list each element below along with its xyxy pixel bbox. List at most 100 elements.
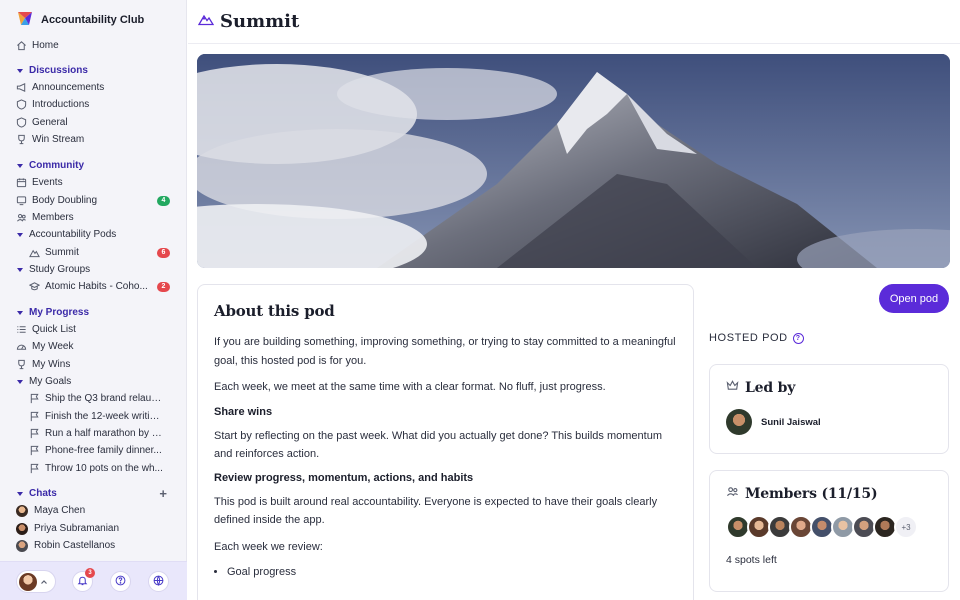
hosted-pod-text: HOSTED POD: [709, 332, 788, 344]
graduation-cap-icon: [29, 281, 40, 292]
sidebar-item-announcements[interactable]: Announcements: [0, 79, 187, 96]
about-paragraph: If you are building something, improving…: [214, 336, 676, 367]
about-heading: Review progress, momentum, actions, and …: [214, 471, 474, 484]
sidebar-item-members[interactable]: Members: [0, 209, 187, 226]
sidebar-item-events[interactable]: Events: [0, 174, 187, 191]
sidebar-item-label: Phone-free family dinner...: [45, 445, 162, 456]
sidebar-item-label: Win Stream: [32, 134, 85, 145]
flag-icon: [29, 463, 40, 474]
sidebar-item-label: Run a half marathon by a...: [45, 428, 163, 439]
sidebar-item-introductions[interactable]: Introductions: [0, 96, 187, 113]
page-header: Summit: [188, 0, 960, 44]
trophy-icon: [16, 134, 27, 145]
sidebar-item-label: My Week: [32, 341, 74, 352]
globe-icon: [153, 573, 164, 591]
leader[interactable]: Sunil Jaiswal: [726, 409, 932, 435]
sidebar-footer: 3: [0, 561, 187, 600]
flag-icon: [29, 428, 40, 439]
avatar: [16, 522, 28, 535]
sidebar-item-label: Home: [32, 40, 59, 51]
sidebar-item-summit[interactable]: Summit 6: [0, 244, 187, 261]
flag-icon: [29, 445, 40, 456]
sidebar-item-goal[interactable]: Finish the 12-week writin...: [0, 408, 187, 425]
chat-item-maya[interactable]: Maya Chen: [0, 502, 187, 519]
chevron-up-icon: [40, 573, 48, 591]
flag-icon: [29, 393, 40, 404]
sidebar-item-my-wins[interactable]: My Wins: [0, 356, 187, 373]
open-pod-button[interactable]: Open pod: [879, 284, 949, 313]
about-paragraph: This pod is built around real accountabi…: [214, 495, 658, 527]
notification-count: 3: [85, 568, 95, 578]
mountain-icon: [29, 247, 40, 258]
profile-menu-button[interactable]: [16, 570, 56, 593]
sidebar-item-label: Quick List: [32, 324, 76, 335]
avatar: [16, 504, 28, 517]
sidebar-item-win-stream[interactable]: Win Stream: [0, 131, 187, 148]
section-discussions[interactable]: Discussions: [0, 62, 187, 79]
section-study-groups[interactable]: Study Groups: [0, 261, 187, 278]
hosted-pod-label: HOSTED POD ?: [709, 332, 804, 344]
sidebar-item-goal[interactable]: Throw 10 pots on the wh...: [0, 460, 187, 477]
section-label: My Progress: [29, 307, 90, 318]
member-avatars[interactable]: +3: [726, 515, 932, 539]
chat-item-priya[interactable]: Priya Subramanian: [0, 520, 187, 537]
sidebar-item-home[interactable]: Home: [0, 37, 187, 54]
caret-down-icon: [16, 266, 24, 274]
new-chat-button[interactable]: +: [159, 486, 167, 501]
about-card: About this pod If you are building somet…: [197, 284, 694, 600]
sidebar-item-label: Summit: [45, 247, 79, 258]
help-button[interactable]: [110, 571, 131, 592]
about-title: About this pod: [214, 302, 335, 320]
users-icon: [726, 485, 739, 502]
sidebar-item-label: Members: [32, 212, 74, 223]
sidebar-item-label: Atomic Habits - Coho...: [45, 281, 148, 292]
avatar: [726, 409, 752, 435]
notifications-button[interactable]: 3: [72, 568, 95, 592]
sidebar-item-label: Finish the 12-week writin...: [45, 411, 163, 422]
sidebar-item-general[interactable]: General: [0, 114, 187, 131]
flag-icon: [29, 411, 40, 422]
section-label: Community: [29, 160, 84, 171]
section-community[interactable]: Community: [0, 157, 187, 174]
caret-down-icon: [16, 378, 24, 386]
sidebar-item-quick-list[interactable]: Quick List: [0, 321, 187, 338]
chat-name: Priya Subramanian: [34, 523, 120, 534]
caret-down-icon: [16, 309, 24, 317]
more-members[interactable]: +3: [894, 515, 918, 539]
pod-cover-image: [197, 54, 950, 268]
section-chats[interactable]: Chats +: [0, 485, 187, 502]
caret-down-icon: [16, 490, 24, 498]
help-icon[interactable]: ?: [792, 332, 804, 344]
chat-item-robin[interactable]: Robin Castellanos: [0, 537, 187, 554]
sidebar-item-body-doubling[interactable]: Body Doubling 4: [0, 192, 187, 209]
sidebar-item-goal[interactable]: Run a half marathon by a...: [0, 425, 187, 442]
body-doubling-badge: 4: [157, 195, 170, 206]
mountain-icon: [197, 11, 215, 32]
section-my-progress[interactable]: My Progress: [0, 304, 187, 321]
section-my-goals[interactable]: My Goals: [0, 373, 187, 390]
atomic-habits-badge: 2: [157, 281, 170, 292]
sidebar-item-label: Introductions: [32, 99, 90, 110]
question-circle-icon: [115, 573, 126, 591]
sidebar-item-label: Announcements: [32, 82, 105, 93]
app-name: Accountability Club: [41, 14, 145, 26]
sidebar-item-atomic-habits[interactable]: Atomic Habits - Coho... 2: [0, 278, 187, 295]
section-label: My Goals: [29, 376, 72, 387]
sidebar-item-label: Throw 10 pots on the wh...: [45, 463, 163, 474]
summit-badge: 6: [157, 247, 170, 258]
section-label: Accountability Pods: [29, 229, 117, 240]
caret-down-icon: [16, 231, 24, 239]
globe-button[interactable]: [148, 571, 169, 592]
sidebar-item-label: Ship the Q3 brand relaun...: [45, 393, 163, 404]
brand[interactable]: Accountability Club: [0, 0, 186, 30]
section-accountability-pods[interactable]: Accountability Pods: [0, 226, 187, 243]
led-by-heading: Led by: [726, 379, 932, 396]
sidebar-item-goal[interactable]: Ship the Q3 brand relaun...: [0, 390, 187, 407]
sidebar-item-goal[interactable]: Phone-free family dinner...: [0, 442, 187, 459]
calendar-icon: [16, 177, 27, 188]
about-paragraph: Each week, we meet at the same time with…: [214, 381, 606, 393]
chat-name: Robin Castellanos: [34, 540, 116, 551]
section-label: Study Groups: [29, 264, 91, 275]
home-icon: [16, 40, 27, 51]
sidebar-item-my-week[interactable]: My Week: [0, 338, 187, 355]
